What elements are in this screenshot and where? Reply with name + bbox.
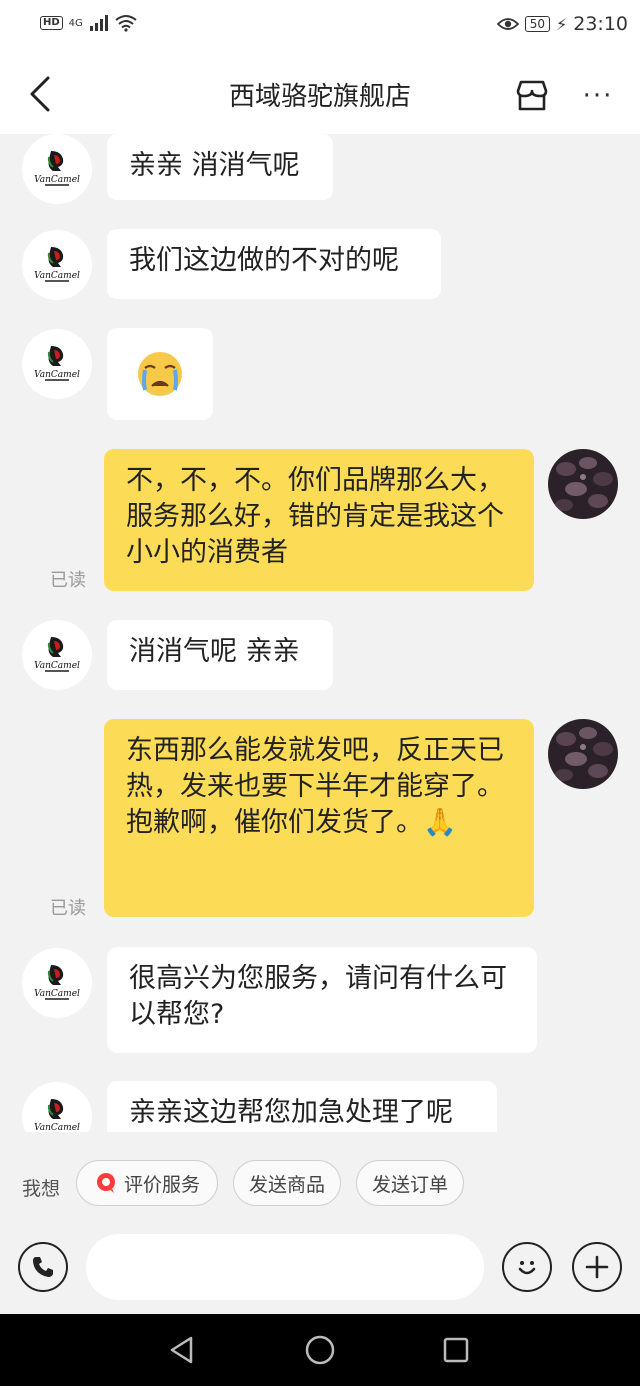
wifi-icon [115, 15, 137, 32]
user-avatar[interactable] [548, 719, 618, 789]
message-bubble: 我们这边做的不对的呢 [107, 229, 441, 299]
shop-avatar[interactable]: VanCamel [22, 1082, 92, 1132]
user-avatar[interactable] [548, 449, 618, 519]
charging-icon: ⚡ [556, 14, 568, 34]
input-bar [0, 1222, 640, 1314]
phone-icon [33, 1257, 53, 1277]
vancamel-logo-icon: VanCamel [34, 965, 80, 1000]
leaves-photo-icon [548, 719, 618, 789]
crying-face-icon [138, 352, 182, 396]
nav-recents-button[interactable] [434, 1328, 478, 1372]
shop-avatar[interactable]: VanCamel [22, 134, 92, 204]
system-nav-bar [0, 1314, 640, 1386]
phone-button[interactable] [18, 1242, 68, 1292]
rate-service-chip[interactable]: 评价服务 [76, 1160, 218, 1206]
status-left: HD 4G [40, 14, 137, 32]
message-bubble: 很高兴为您服务，请问有什么可以帮您? [107, 947, 537, 1053]
chip-label: 发送订单 [371, 1173, 448, 1196]
status-right: 50 ⚡ 23:10 [496, 13, 628, 35]
message-bubble: 东西那么能发就发吧，反正天已热，发来也要下半年才能穿了。抱歉啊，催你们发货了。🙏 [104, 719, 534, 917]
hd-badge: HD [40, 16, 63, 30]
vancamel-logo-icon: VanCamel [34, 247, 80, 282]
network-label: 4G [68, 17, 83, 29]
emoji-button[interactable] [502, 1242, 552, 1292]
read-status: 已读 [50, 898, 86, 919]
shop-avatar[interactable]: VanCamel [22, 948, 92, 1018]
signal-icon [89, 15, 108, 31]
shop-avatar[interactable]: VanCamel [22, 230, 92, 300]
svg-text:VanCamel: VanCamel [34, 661, 80, 671]
clock: 23:10 [573, 13, 628, 35]
leaves-photo-icon [548, 449, 618, 519]
vancamel-logo-icon: VanCamel [34, 1099, 80, 1132]
message-bubble: 消消气呢 亲亲 [107, 620, 333, 690]
circle-home-icon [305, 1335, 335, 1365]
svg-text:VanCamel: VanCamel [34, 271, 80, 281]
status-bar: HD 4G 50 ⚡ 23:10 [0, 0, 640, 54]
vancamel-logo-icon: VanCamel [34, 346, 80, 381]
chat-messages[interactable]: VanCamel 亲亲 消消气呢 VanCamel 我们这边做的不对的呢 Van… [0, 134, 640, 1132]
chip-label: 发送商品 [248, 1173, 325, 1196]
add-button[interactable] [572, 1242, 622, 1292]
more-options-button[interactable]: ··· [576, 74, 620, 118]
chat-header: 西域骆驼旗舰店 ··· [0, 54, 640, 134]
shop-button[interactable] [510, 74, 554, 118]
eye-icon [496, 18, 519, 30]
message-input[interactable] [86, 1234, 484, 1300]
triangle-back-icon [170, 1336, 193, 1364]
message-bubble: 不，不，不。你们品牌那么大，服务那么好，错的肯定是我这个小小的消费者 [104, 449, 534, 591]
shop-avatar[interactable]: VanCamel [22, 620, 92, 690]
chip-label: 评价服务 [123, 1173, 200, 1196]
nav-back-button[interactable] [160, 1328, 204, 1372]
emoji-bubble [107, 328, 213, 420]
svg-text:VanCamel: VanCamel [34, 989, 80, 999]
send-order-chip[interactable]: 发送订单 [356, 1160, 464, 1206]
message-bubble: 亲亲这边帮您加急处理了呢 [107, 1081, 497, 1132]
chat-bubble-icon [96, 1173, 115, 1193]
store-icon [516, 80, 548, 111]
svg-text:VanCamel: VanCamel [34, 370, 80, 380]
vancamel-logo-icon: VanCamel [34, 151, 80, 186]
vancamel-logo-icon: VanCamel [34, 637, 80, 672]
battery-level: 50 [524, 16, 550, 32]
plus-icon [585, 1255, 609, 1279]
send-product-chip[interactable]: 发送商品 [233, 1160, 341, 1206]
quick-actions-label: 我想 [22, 1178, 61, 1200]
nav-home-button[interactable] [298, 1328, 342, 1372]
svg-text:VanCamel: VanCamel [34, 1123, 80, 1132]
quick-actions-bar: 我想 评价服务 发送商品 发送订单 [0, 1132, 640, 1232]
message-bubble: 亲亲 消消气呢 [107, 134, 333, 200]
shop-avatar[interactable]: VanCamel [22, 329, 92, 399]
square-recents-icon [443, 1337, 469, 1363]
smiley-icon [518, 1261, 536, 1275]
svg-text:VanCamel: VanCamel [34, 175, 80, 185]
read-status: 已读 [50, 570, 86, 591]
